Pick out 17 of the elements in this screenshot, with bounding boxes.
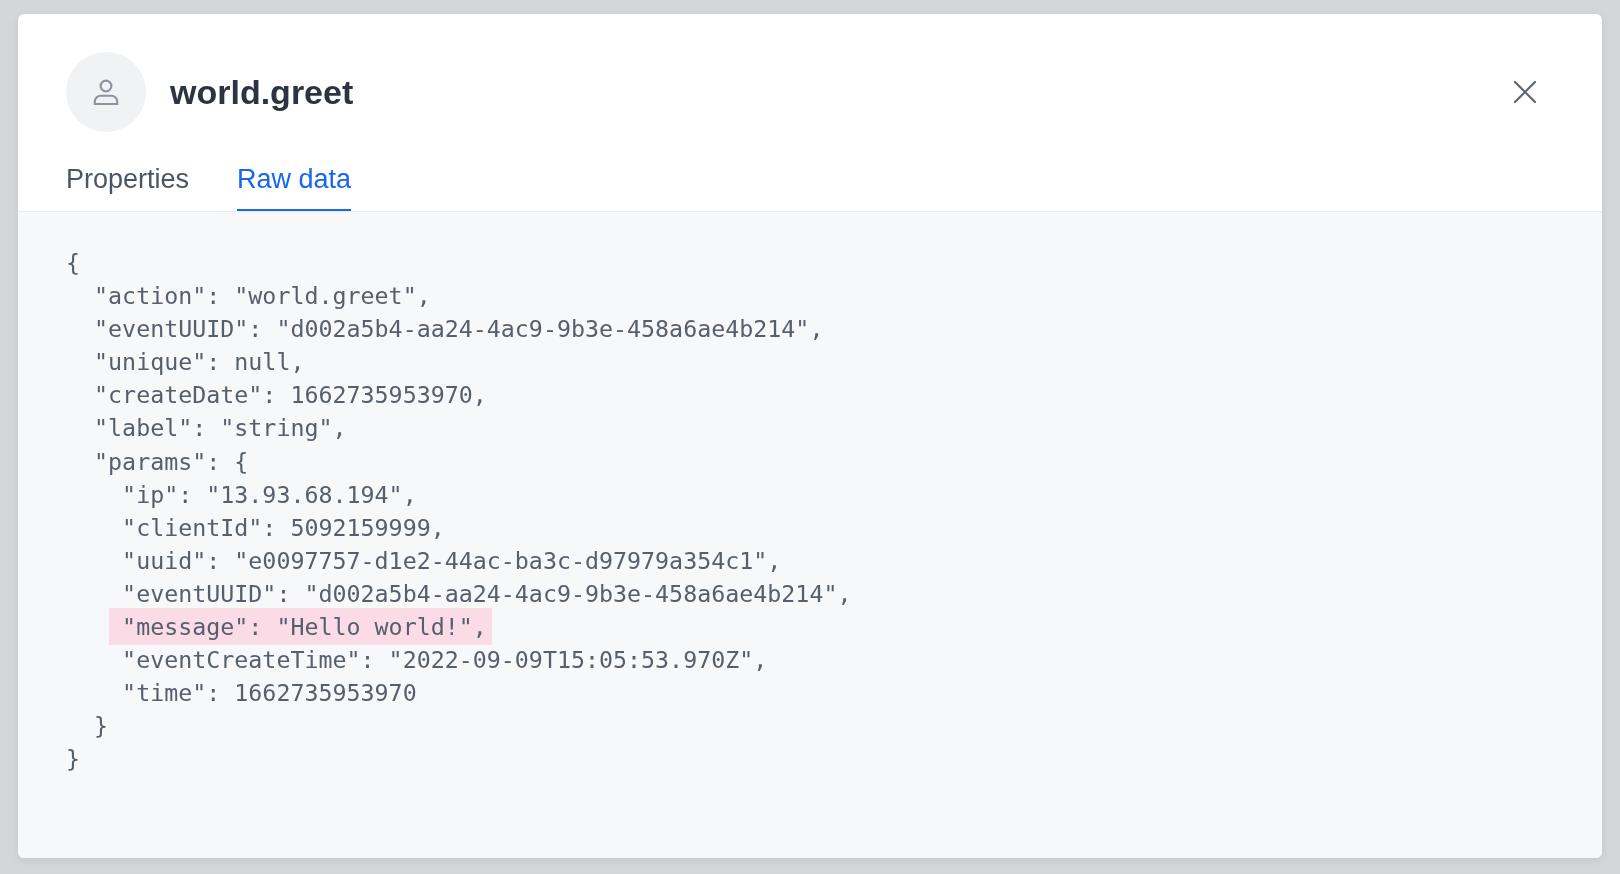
code-line: "unique": null, xyxy=(94,348,305,376)
code-line: { xyxy=(66,249,81,276)
code-line: "ip": "13.93.68.194", xyxy=(122,480,417,508)
code-line: "label": "string", xyxy=(94,414,347,442)
dialog-title: world.greet xyxy=(170,72,355,112)
code-line: "action": "world.greet", xyxy=(94,282,431,310)
code-line: "params": { xyxy=(94,447,249,475)
code-line: "clientId": 5092159999, xyxy=(122,513,445,541)
code-line: "time": 1662735953970 xyxy=(122,679,417,707)
code-line: } xyxy=(94,712,109,740)
code-line: "eventCreateTime": "2022-09-09T15:05:53.970Z", xyxy=(122,646,768,674)
code-line: "uuid": "e0097757-d1e2-44ac-ba3c-d97979a354c1", xyxy=(122,546,782,574)
code-line: "eventUUID": "d002a5b4-aa24-4ac9-9b3e-458a6ae4b214", xyxy=(122,579,852,607)
code-line: "eventUUID": "d002a5b4-aa24-4ac9-9b3e-458a6ae4b214", xyxy=(94,315,824,343)
code-line: } xyxy=(66,745,81,773)
code-line: "createDate": 1662735953970, xyxy=(94,381,487,409)
tab[interactable]: Properties xyxy=(66,160,190,211)
